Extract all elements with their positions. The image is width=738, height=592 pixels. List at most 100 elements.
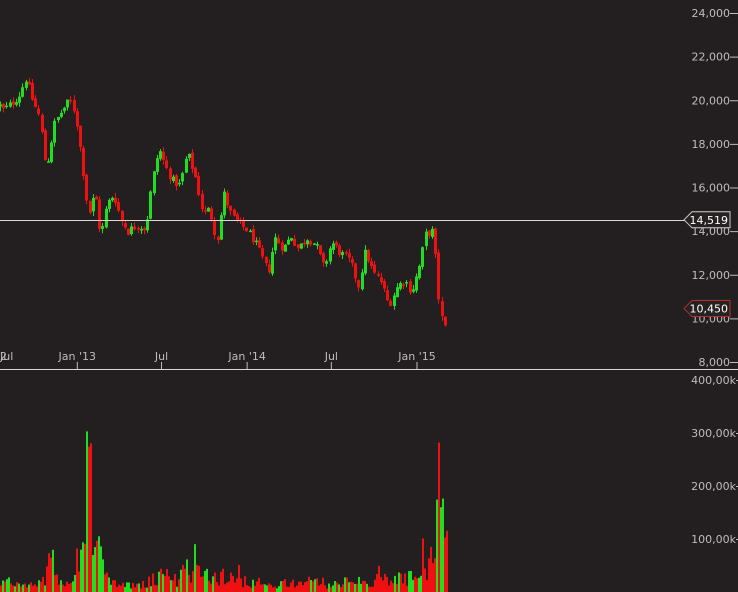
volume-bar (168, 576, 170, 592)
volume-bar (174, 573, 176, 592)
volume-bar (58, 584, 60, 592)
volume-bar (32, 585, 34, 592)
candle-body (434, 228, 437, 254)
candle-body (361, 272, 364, 290)
volume-bar (18, 583, 20, 592)
volume-bar (356, 583, 358, 592)
volume-bar (370, 586, 372, 592)
volume-bar (88, 446, 90, 592)
candle-body (402, 284, 405, 286)
candle-body (233, 209, 236, 216)
candle-body (124, 223, 127, 228)
volume-bar (116, 586, 118, 592)
volume-bar (242, 587, 244, 592)
volume-bar (298, 581, 300, 592)
volume-bar (204, 570, 206, 592)
volume-bar (390, 580, 392, 592)
last-price-tag[interactable]: 10,450 (683, 300, 731, 318)
candle-body (149, 191, 152, 219)
volume-bar (206, 568, 208, 592)
volume-bar (408, 571, 410, 592)
candle-body (249, 230, 252, 233)
volume-bar (60, 580, 62, 592)
volume-bar (236, 578, 238, 592)
volume-bar (130, 588, 132, 592)
volume-bar (264, 584, 266, 592)
candle-body (0, 104, 2, 107)
volume-bar (344, 577, 346, 592)
volume-tick-label: 400,00k (691, 374, 736, 387)
candle-body (437, 252, 440, 300)
candle-body (290, 238, 293, 241)
volume-bar (152, 573, 154, 592)
volume-bar (362, 580, 364, 592)
candle-body (341, 252, 344, 256)
volume-bar (146, 587, 148, 592)
candle-body (133, 226, 136, 230)
candle-body (121, 210, 124, 222)
candle-body (156, 158, 159, 172)
price-tick-label: 20,000 (692, 94, 731, 107)
volume-bar (118, 584, 120, 592)
candle-body (444, 316, 447, 326)
candle-body (76, 111, 79, 127)
candle-body (185, 158, 188, 173)
volume-bar (418, 577, 420, 592)
time-tick-label: Jul (154, 350, 168, 363)
candle-body (396, 287, 399, 298)
volume-bar (76, 548, 78, 592)
candle-body (146, 219, 149, 231)
volume-bar (302, 585, 304, 592)
volume-bar (374, 579, 376, 592)
volume-bar (170, 580, 172, 592)
volume-bar (198, 565, 200, 592)
volume-bar (108, 577, 110, 592)
volume-bar (52, 549, 54, 592)
volume-bar (14, 586, 16, 592)
candle-body (277, 238, 280, 244)
candle-body (101, 226, 104, 229)
volume-bar (182, 564, 184, 592)
price-candles (0, 78, 447, 327)
volume-bar (400, 573, 402, 592)
volume-bar (350, 581, 352, 592)
volume-bar (276, 588, 278, 592)
volume-bar (154, 584, 156, 592)
volume-bar (262, 584, 264, 592)
volume-bar (250, 587, 252, 592)
candle-body (223, 191, 226, 216)
volume-bar (378, 565, 380, 592)
volume-bar (120, 585, 122, 592)
reference-price-tag[interactable]: 14,519 (683, 211, 731, 229)
price-tick-label: 24,000 (692, 7, 731, 20)
candle-body (245, 227, 248, 232)
candle-body (293, 238, 296, 246)
candle-body (428, 230, 431, 236)
time-axis: 2Jul Jan '13 Jul Jan '14 Jul Jan '15 (0, 350, 436, 369)
volume-bar (232, 575, 234, 592)
volume-bar (312, 581, 314, 592)
volume-bar (40, 581, 42, 592)
volume-bar (4, 581, 6, 592)
volume-bar (216, 582, 218, 592)
candle-body (393, 295, 396, 306)
volume-bar (196, 564, 198, 592)
volume-bar (396, 583, 398, 592)
volume-bar (238, 564, 240, 592)
volume-bar (82, 542, 84, 592)
volume-bar (346, 577, 348, 592)
volume-bar (394, 575, 396, 592)
volume-bar (112, 580, 114, 592)
volume-bar (162, 574, 164, 592)
volume-bar (304, 582, 306, 592)
volume-bar (50, 557, 52, 592)
volume-bar (252, 579, 254, 592)
volume-bar (10, 583, 12, 592)
price-tick-label: 8,000 (699, 356, 731, 369)
volume-bar (402, 583, 404, 592)
volume-bar (240, 578, 242, 592)
volume-bar (268, 583, 270, 592)
candle-body (351, 258, 354, 264)
volume-bar (164, 575, 166, 592)
candle-body (114, 197, 117, 204)
